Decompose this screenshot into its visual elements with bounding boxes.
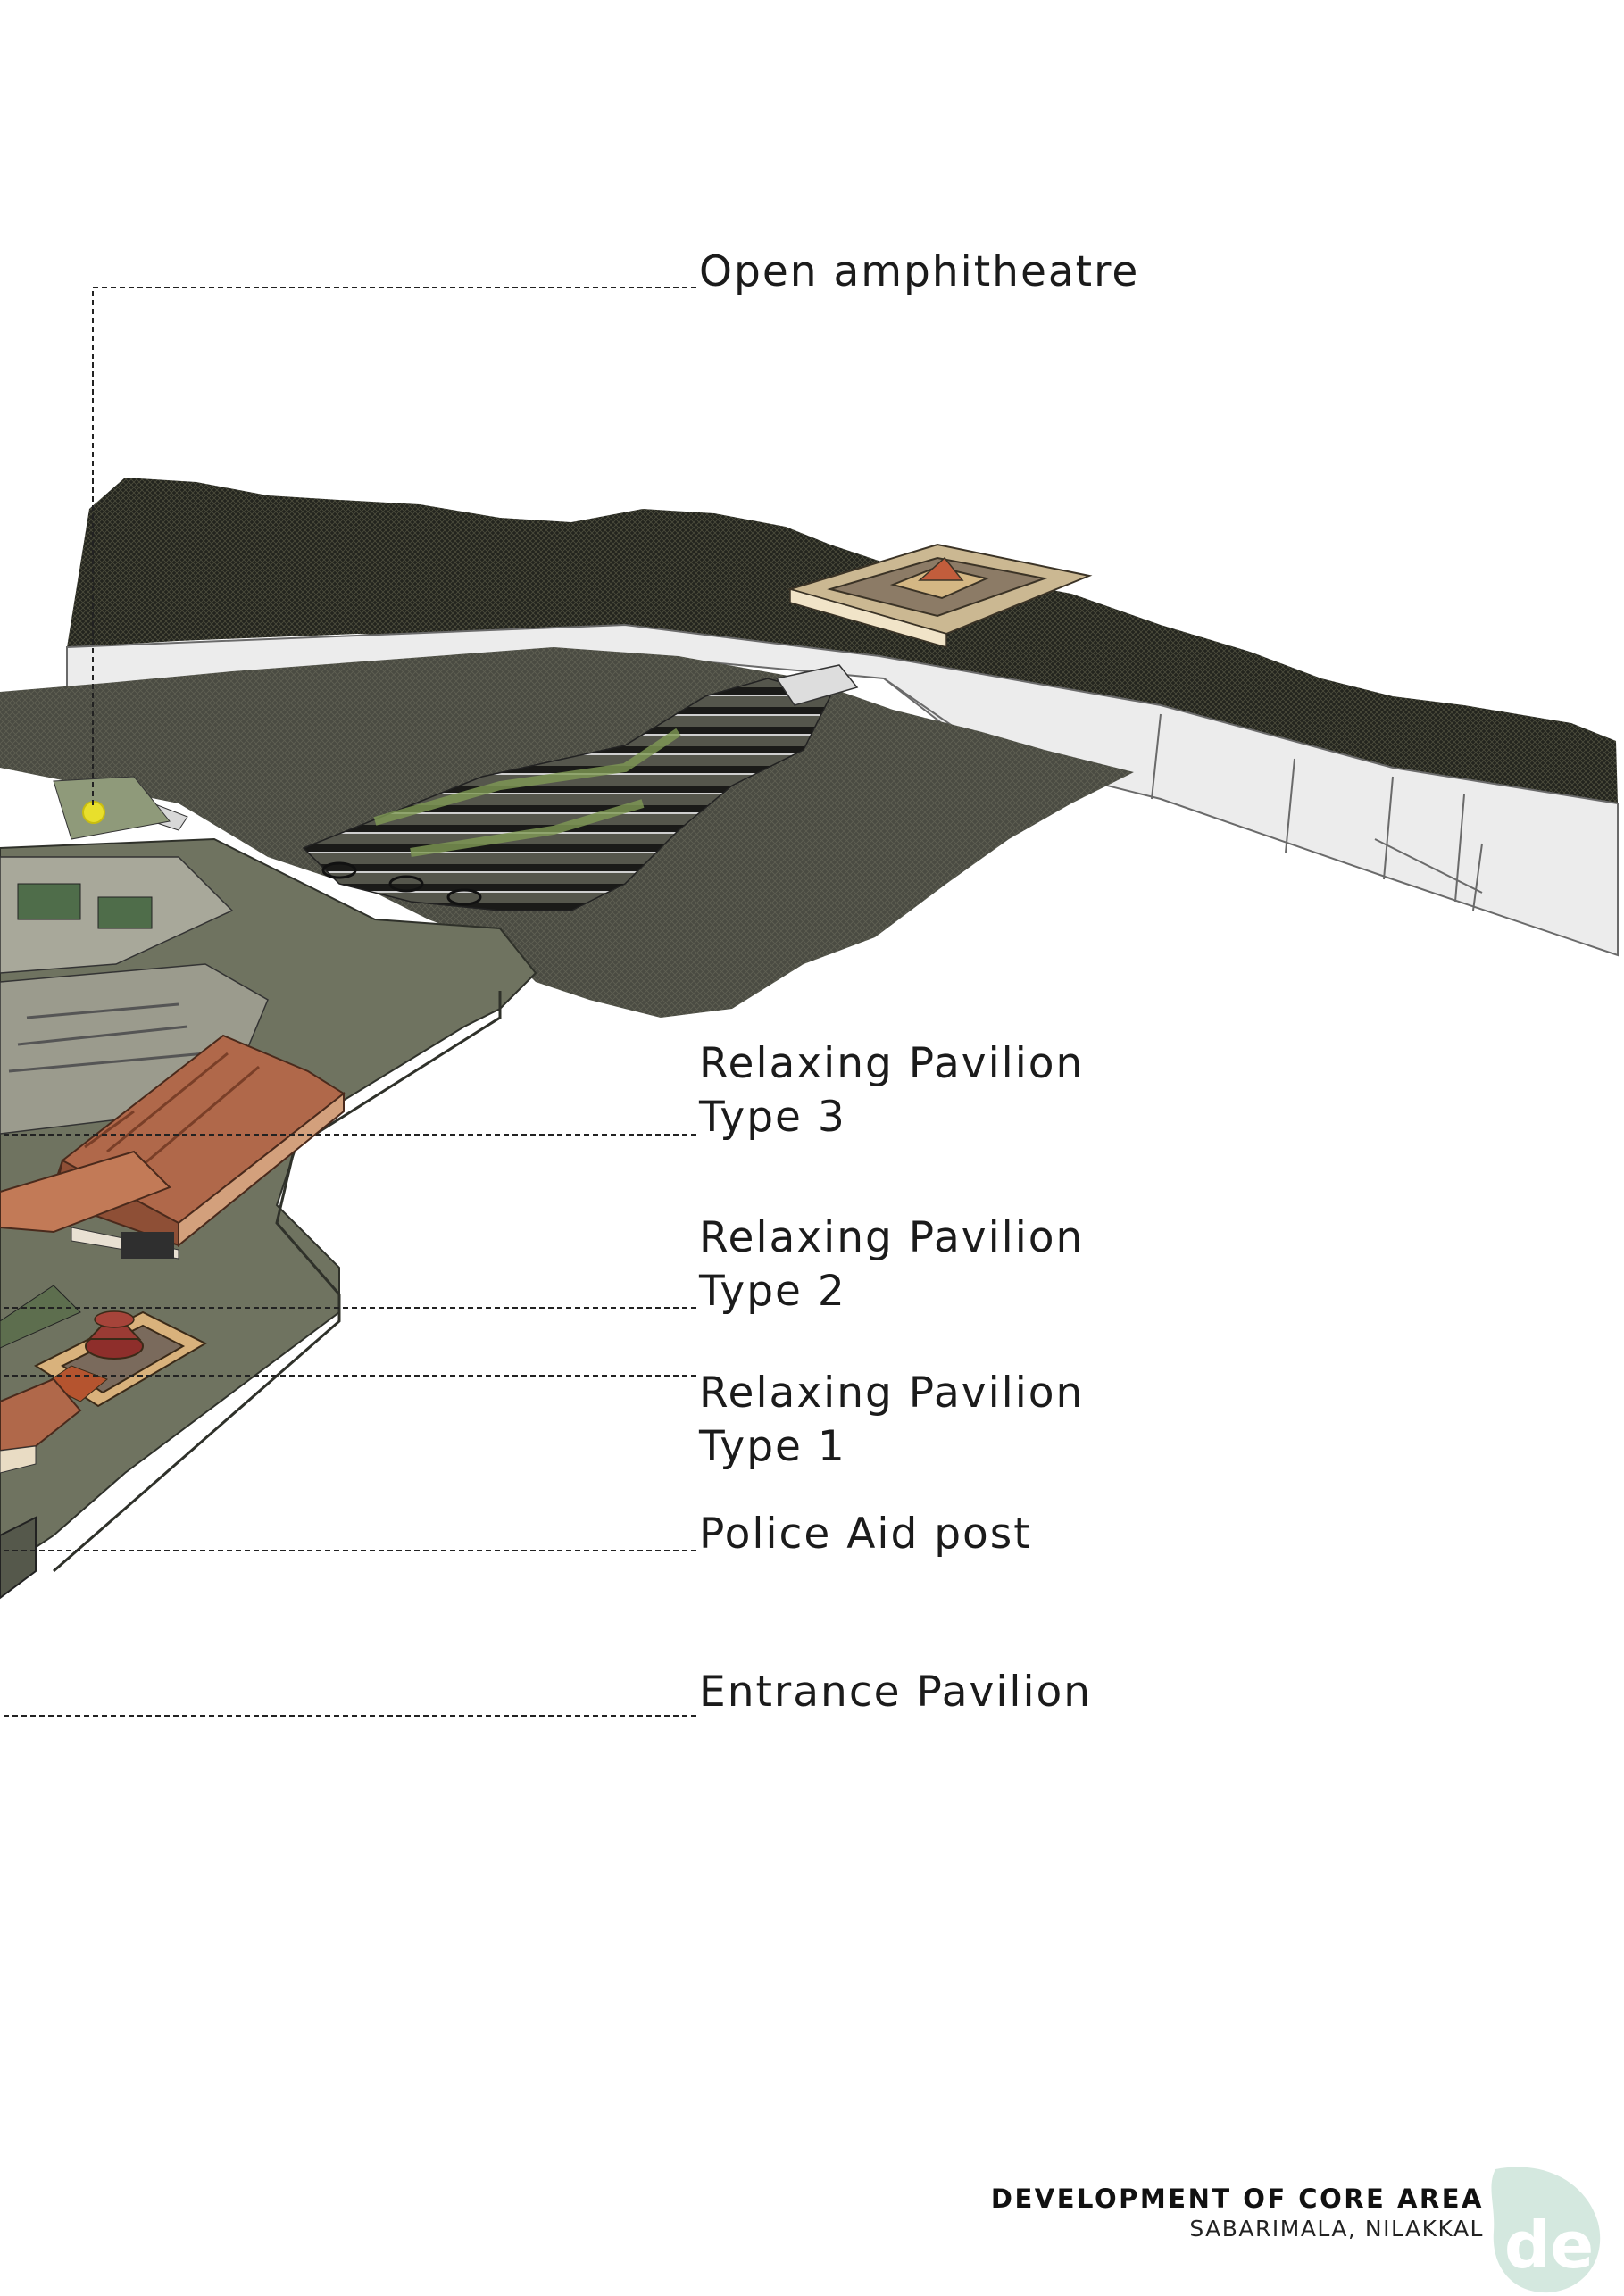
label-open-amphitheatre-text: Open amphitheatre xyxy=(699,247,1140,296)
label-entrance-pavilion-text: Entrance Pavilion xyxy=(699,1668,1093,1717)
label-line-2: Type 1 xyxy=(699,1422,846,1471)
label-line-1: Relaxing Pavilion xyxy=(699,1368,1085,1418)
sheet-title: DEVELOPMENT OF CORE AREA xyxy=(990,2184,1484,2214)
label-relaxing-pavilion-type-3: Relaxing Pavilion Type 3 xyxy=(699,1037,1084,1144)
de-logo: de xyxy=(1491,2167,1601,2293)
sheet-subtitle: SABARIMALA, NILAKKAL xyxy=(1189,2216,1484,2242)
title-block: DEVELOPMENT OF CORE AREA SABARIMALA, NIL… xyxy=(991,2183,1484,2243)
label-line-2: Type 2 xyxy=(699,1267,846,1316)
label-line-1: Relaxing Pavilion xyxy=(699,1039,1085,1088)
label-police-aid-post-text: Police Aid post xyxy=(699,1510,1032,1559)
label-relaxing-pavilion-type-2: Relaxing Pavilion Type 2 xyxy=(699,1211,1084,1319)
logo-text: de xyxy=(1504,2208,1594,2283)
label-open-amphitheatre: Open amphitheatre xyxy=(699,245,1139,299)
label-relaxing-pavilion-type-1: Relaxing Pavilion Type 1 xyxy=(699,1367,1084,1474)
label-line-1: Relaxing Pavilion xyxy=(699,1213,1085,1262)
label-police-aid-post: Police Aid post xyxy=(699,1508,1032,1561)
drawing-sheet: Open amphitheatre Relaxing Pavilion Type… xyxy=(0,0,1624,2296)
label-line-2: Type 3 xyxy=(699,1093,846,1142)
label-entrance-pavilion: Entrance Pavilion xyxy=(699,1666,1092,1719)
site-3d-view xyxy=(0,287,1619,1717)
